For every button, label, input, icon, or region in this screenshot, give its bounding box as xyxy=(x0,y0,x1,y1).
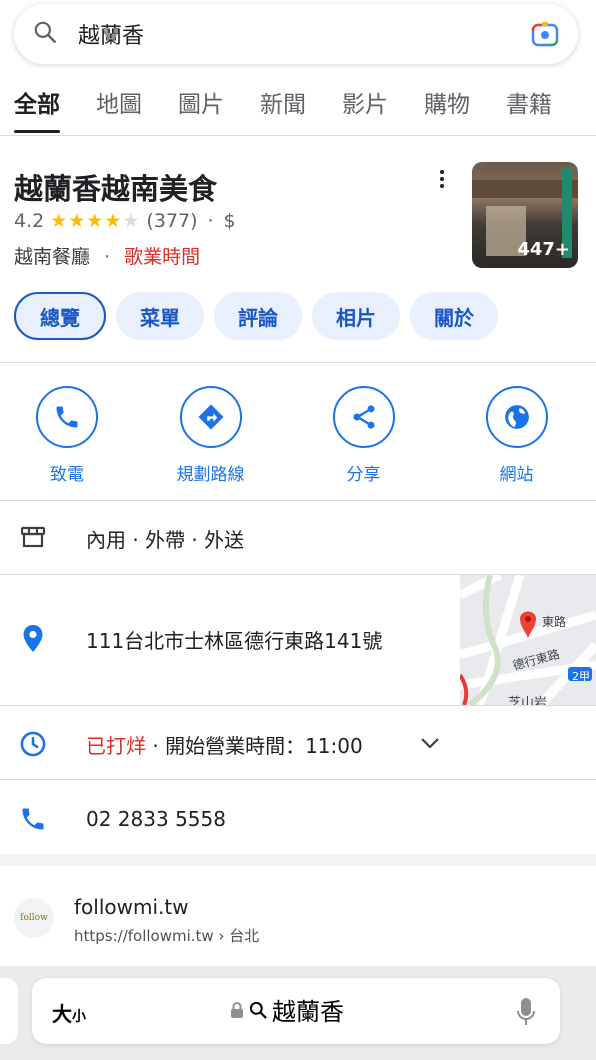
previous-tab[interactable] xyxy=(0,978,18,1044)
share-icon xyxy=(332,386,395,448)
more-options-icon[interactable] xyxy=(432,164,452,194)
hours-row[interactable]: 已打烊 · 開始營業時間：11:00 xyxy=(0,720,596,768)
business-category: 越南餐廳 xyxy=(14,246,91,268)
map-label: 東路 xyxy=(542,615,567,629)
call-button[interactable]: 致電 xyxy=(0,386,134,485)
location-pin-icon xyxy=(18,624,48,654)
website-url[interactable]: https://followmi.tw › 台北 xyxy=(74,925,259,946)
address-bar[interactable]: 大小 越蘭香 xyxy=(32,978,560,1044)
call-label: 致電 xyxy=(50,465,84,485)
divider xyxy=(0,705,596,706)
rating-row: 4.2 ★★★★★ (377) · $ xyxy=(14,210,236,232)
search-bar[interactable]: 越蘭香 xyxy=(14,4,578,64)
phone-icon xyxy=(18,804,48,834)
address-query: 越蘭香 xyxy=(272,998,344,1026)
website-label: 網站 xyxy=(499,465,534,485)
search-query[interactable]: 越蘭香 xyxy=(78,18,530,50)
address: 111台北市士林區德行東路141號 xyxy=(86,628,383,653)
google-lens-icon[interactable] xyxy=(530,19,560,49)
star-rating: ★★★★★ xyxy=(50,210,141,232)
chip-photos[interactable]: 相片 xyxy=(312,292,400,340)
photo-count: 447+ xyxy=(517,239,570,260)
directions-label: 規劃路線 xyxy=(176,465,245,485)
share-label: 分享 xyxy=(346,465,381,485)
hours-text: 已打烊 · 開始營業時間：11:00 xyxy=(86,730,363,759)
separator-dot: · xyxy=(207,210,214,232)
business-photo[interactable]: 447+ xyxy=(472,162,578,268)
search-tabs: 全部 地圖 圖片 新聞 影片 購物 書籍 xyxy=(0,80,596,136)
lock-icon xyxy=(231,1001,243,1018)
globe-icon xyxy=(485,386,548,448)
opening-time: · 開始營業時間：11:00 xyxy=(152,733,363,758)
tab-news[interactable]: 新聞 xyxy=(260,80,306,135)
category-row: 越南餐廳 · 歌業時間 xyxy=(14,242,200,269)
chevron-down-icon[interactable] xyxy=(420,735,440,754)
address-center[interactable]: 越蘭香 xyxy=(230,992,344,1027)
section-separator xyxy=(0,854,596,866)
search-icon xyxy=(249,1001,267,1019)
map-label: 芝山岩 xyxy=(508,696,548,705)
clock-icon xyxy=(18,729,48,759)
map-badge: 2甲 xyxy=(572,670,590,683)
service-options: 內用 · 外帶 · 外送 xyxy=(86,527,245,552)
phone-row[interactable]: 02 2833 5558 xyxy=(0,795,596,843)
review-count[interactable]: (377) xyxy=(146,210,197,232)
map-thumbnail[interactable]: 東路 德行東路 2甲 芝山岩 xyxy=(460,575,596,705)
phone-icon xyxy=(36,386,98,448)
search-icon xyxy=(32,19,58,49)
tab-images[interactable]: 圖片 xyxy=(178,80,224,135)
chip-reviews[interactable]: 評論 xyxy=(214,292,302,340)
tab-all[interactable]: 全部 xyxy=(14,80,60,135)
closed-status: 已打烊 xyxy=(86,733,146,758)
microphone-icon[interactable] xyxy=(516,996,536,1028)
separator-dot: · xyxy=(104,246,111,268)
service-options-row: 內用 · 外帶 · 外送 xyxy=(0,514,596,562)
website-button[interactable]: 網站 xyxy=(440,386,593,485)
tab-maps[interactable]: 地圖 xyxy=(96,80,142,135)
chip-overview[interactable]: 總覽 xyxy=(14,292,106,340)
favicon-text: follow xyxy=(20,913,48,923)
hours-link[interactable]: 歌業時間 xyxy=(124,246,200,268)
section-chips: 總覽 菜單 評論 相片 關於 xyxy=(14,292,498,340)
share-button[interactable]: 分享 xyxy=(287,386,440,485)
divider xyxy=(0,500,596,501)
price-level: $ xyxy=(223,210,236,232)
action-buttons: 致電 規劃路線 分享 網站 xyxy=(0,386,596,485)
directions-icon xyxy=(179,386,242,448)
rating-value: 4.2 xyxy=(14,210,45,232)
browser-toolbar: 大小 越蘭香 xyxy=(0,966,596,1060)
divider xyxy=(0,362,596,363)
tab-shopping[interactable]: 購物 xyxy=(424,80,470,135)
site-favicon[interactable]: follow xyxy=(14,898,54,938)
chip-about[interactable]: 關於 xyxy=(410,292,498,340)
tab-books[interactable]: 書籍 xyxy=(506,80,552,135)
website-name[interactable]: followmi.tw xyxy=(74,895,189,919)
text-size-button[interactable]: 大小 xyxy=(52,998,86,1027)
directions-button[interactable]: 規劃路線 xyxy=(134,386,287,485)
divider xyxy=(0,779,596,780)
phone-number: 02 2833 5558 xyxy=(86,807,226,831)
chip-menu[interactable]: 菜單 xyxy=(116,292,204,340)
business-name: 越蘭香越南美食 xyxy=(14,172,218,206)
tab-videos[interactable]: 影片 xyxy=(342,80,388,135)
storefront-icon xyxy=(18,523,48,553)
